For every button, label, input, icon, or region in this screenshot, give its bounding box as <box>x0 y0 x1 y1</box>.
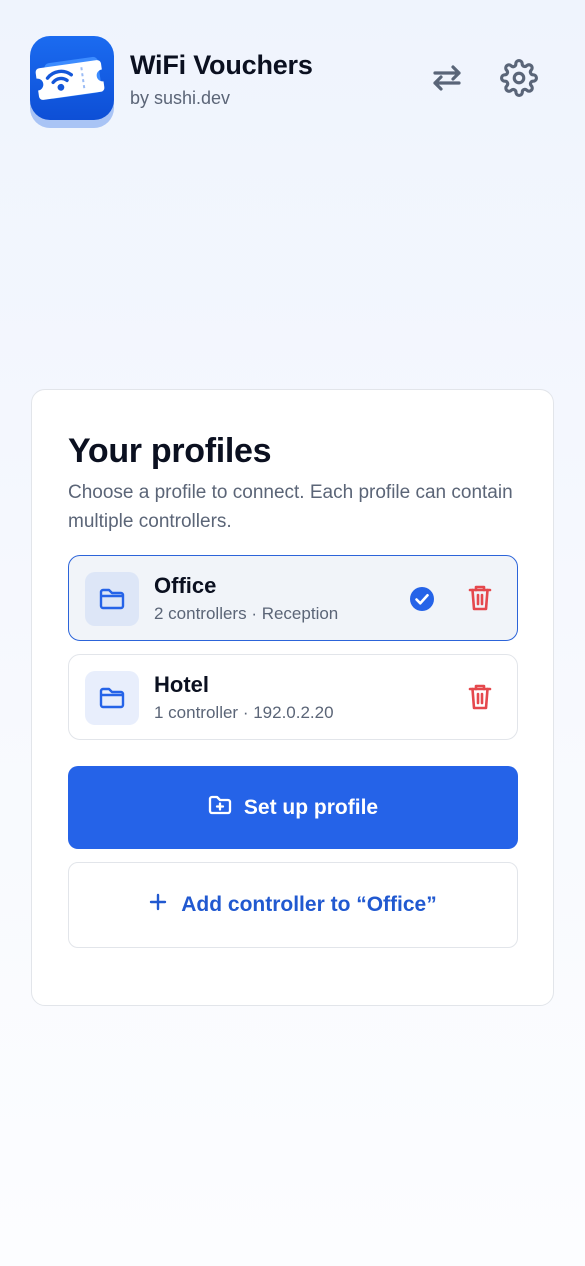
folder-icon <box>85 671 139 725</box>
setup-profile-label: Set up profile <box>243 795 379 819</box>
plus-icon <box>149 893 167 917</box>
profile-meta: 1 controller · 192.0.2.20 <box>154 703 334 722</box>
wifi-ticket-icon <box>30 36 114 128</box>
app-header: WiFi Vouchers by sushi.dev <box>30 36 555 132</box>
profile-name: Office <box>154 573 217 598</box>
folder-plus-icon <box>208 795 232 821</box>
check-circle-icon <box>409 586 435 612</box>
card-description: Choose a profile to connect. Each profil… <box>68 482 513 532</box>
trash-icon[interactable] <box>467 683 493 711</box>
profile-meta: 2 controllers · Reception <box>154 604 339 623</box>
gear-icon[interactable] <box>497 56 541 100</box>
profile-name: Hotel <box>154 672 209 697</box>
setup-profile-button[interactable]: Set up profile <box>68 766 518 849</box>
profiles-card: Your profiles Choose a profile to connec… <box>31 389 554 1006</box>
add-controller-button[interactable]: Add controller to “Office” <box>68 862 518 948</box>
card-title: Your profiles <box>68 432 272 470</box>
profile-item-hotel[interactable]: Hotel 1 controller · 192.0.2.20 <box>68 654 518 740</box>
profile-item-office[interactable]: Office 2 controllers · Reception <box>68 555 518 641</box>
add-controller-label: Add controller to “Office” <box>181 893 437 916</box>
trash-icon[interactable] <box>467 584 493 612</box>
swap-arrows-icon[interactable] <box>425 56 469 100</box>
app-subtitle: by sushi.dev <box>130 88 231 108</box>
app-title: WiFi Vouchers <box>130 50 313 80</box>
folder-icon <box>85 572 139 626</box>
